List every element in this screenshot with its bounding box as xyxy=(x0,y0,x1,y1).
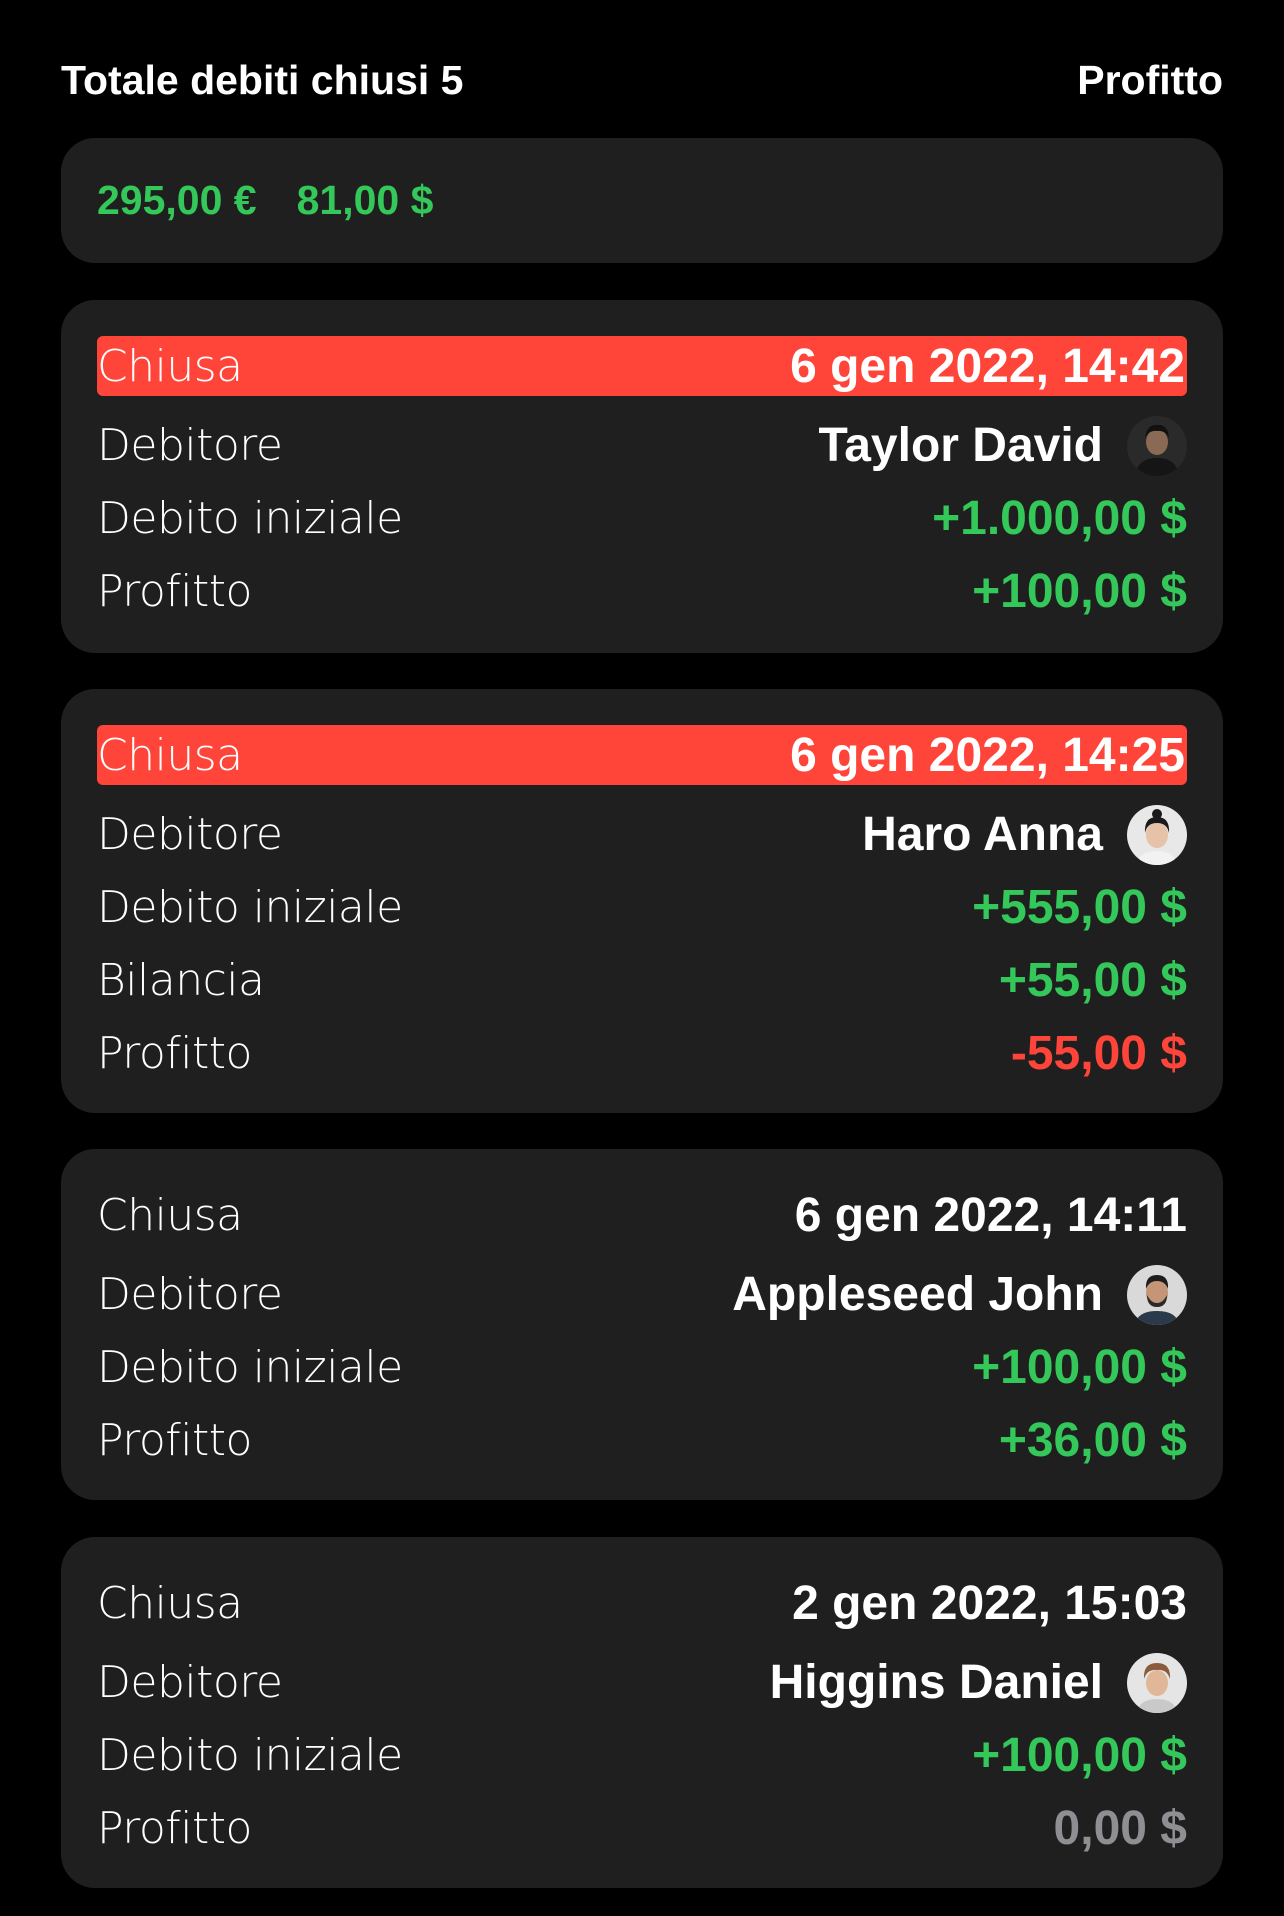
sort-profit-button[interactable]: Profitto xyxy=(1077,57,1223,104)
debtor-name: Higgins Daniel xyxy=(769,1656,1103,1709)
initial-debt-row: Debito iniziale +100,00 $ xyxy=(97,1331,1187,1404)
initial-debt-label: Debito iniziale xyxy=(97,493,403,544)
profit-row: Profitto +100,00 $ xyxy=(97,555,1187,628)
avatar-man-light-icon xyxy=(1127,1652,1187,1713)
status-row: Chiusa 6 gen 2022, 14:11 xyxy=(97,1185,1187,1245)
profit-value: +36,00 $ xyxy=(998,1414,1187,1467)
debtor-name: Appleseed John xyxy=(732,1268,1103,1321)
profit-row: Profitto +36,00 $ xyxy=(97,1404,1187,1477)
profit-row: Profitto -55,00 $ xyxy=(97,1017,1187,1090)
initial-debt-label: Debito iniziale xyxy=(97,1342,403,1393)
debtor-row: Debitore Taylor David xyxy=(97,409,1187,482)
profit-value: -55,00 $ xyxy=(1010,1027,1187,1080)
profit-label: Profitto xyxy=(97,1028,252,1079)
balance-row: Bilancia +55,00 $ xyxy=(97,944,1187,1017)
debtor-row: Debitore Haro Anna xyxy=(97,798,1187,871)
profit-label: Profitto xyxy=(97,1803,252,1854)
status-label: Chiusa xyxy=(97,1189,243,1241)
closed-date: 6 gen 2022, 14:42 xyxy=(790,339,1185,393)
debtor-row: Debitore Appleseed John xyxy=(97,1258,1187,1331)
page-title: Totale debiti chiusi 5 xyxy=(61,56,464,103)
balance-label: Bilancia xyxy=(97,955,265,1006)
debt-card[interactable]: Chiusa 6 gen 2022, 14:25 Debitore Haro A… xyxy=(61,689,1223,1113)
summary-total-eur: 295,00 € xyxy=(97,177,257,223)
initial-debt-row: Debito iniziale +555,00 $ xyxy=(97,871,1187,944)
status-label: Chiusa xyxy=(97,340,243,392)
debtor-label: Debitore xyxy=(97,1657,283,1708)
status-row: Chiusa 2 gen 2022, 15:03 xyxy=(97,1573,1187,1633)
debtor-label: Debitore xyxy=(97,1269,283,1320)
initial-debt-row: Debito iniziale +1.000,00 $ xyxy=(97,482,1187,555)
profit-value: +100,00 $ xyxy=(972,565,1187,618)
page-header: Totale debiti chiusi 5 Profitto xyxy=(61,50,1223,110)
initial-debt-row: Debito iniziale +100,00 $ xyxy=(97,1719,1187,1792)
debtor-label: Debitore xyxy=(97,809,283,860)
initial-debt-value: +100,00 $ xyxy=(972,1341,1187,1394)
profit-label: Profitto xyxy=(97,1415,252,1466)
debt-card[interactable]: Chiusa 6 gen 2022, 14:11 Debitore Apples… xyxy=(61,1149,1223,1500)
debtor-label: Debitore xyxy=(97,420,283,471)
profit-row: Profitto 0,00 $ xyxy=(97,1792,1187,1865)
debtor-name: Haro Anna xyxy=(862,808,1103,861)
closed-date: 2 gen 2022, 15:03 xyxy=(792,1576,1187,1630)
debtor-row: Debitore Higgins Daniel xyxy=(97,1646,1187,1719)
initial-debt-value: +555,00 $ xyxy=(972,881,1187,934)
closed-date: 6 gen 2022, 14:11 xyxy=(794,1188,1187,1242)
profit-label: Profitto xyxy=(97,566,252,617)
summary-total-usd: 81,00 $ xyxy=(296,177,434,223)
status-row: Chiusa 6 gen 2022, 14:42 xyxy=(97,336,1187,396)
status-label: Chiusa xyxy=(97,1577,243,1629)
avatar-man-beard-icon xyxy=(1127,1264,1187,1325)
status-row: Chiusa 6 gen 2022, 14:25 xyxy=(97,725,1187,785)
initial-debt-label: Debito iniziale xyxy=(97,882,403,933)
debt-card[interactable]: Chiusa 2 gen 2022, 15:03 Debitore Higgin… xyxy=(61,1537,1223,1888)
debt-card[interactable]: Chiusa 6 gen 2022, 14:42 Debitore Taylor… xyxy=(61,300,1223,653)
debtor-name: Taylor David xyxy=(818,419,1103,472)
initial-debt-value: +100,00 $ xyxy=(972,1729,1187,1782)
initial-debt-value: +1.000,00 $ xyxy=(932,492,1187,545)
balance-value: +55,00 $ xyxy=(998,954,1187,1007)
avatar-woman-icon xyxy=(1127,804,1187,865)
profit-value: 0,00 $ xyxy=(1053,1802,1187,1855)
closed-date: 6 gen 2022, 14:25 xyxy=(790,728,1185,782)
status-label: Chiusa xyxy=(97,729,243,781)
summary-card: 295,00 € 81,00 $ xyxy=(61,138,1223,263)
avatar-man-dark-icon xyxy=(1127,415,1187,476)
initial-debt-label: Debito iniziale xyxy=(97,1730,403,1781)
